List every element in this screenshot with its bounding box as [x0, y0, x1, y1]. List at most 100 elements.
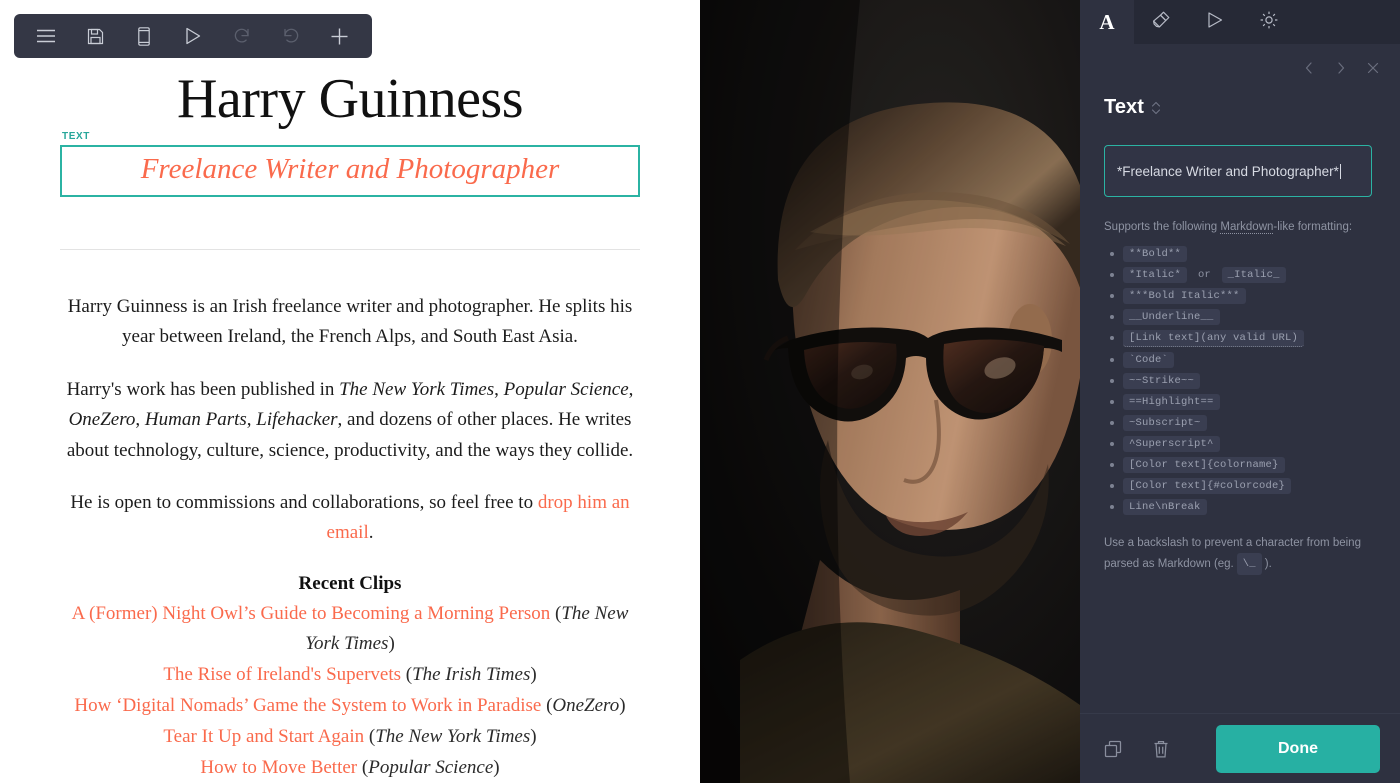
markdown-syntax-code: [Color text]{colorname}: [1123, 456, 1285, 473]
portrait-photo-graphic: [700, 0, 1080, 783]
recent-clip-title[interactable]: How ‘Digital Nomads’ Game the System to …: [74, 695, 541, 716]
panel-heading: Text: [1104, 96, 1376, 119]
trash-icon[interactable]: [1148, 736, 1174, 762]
markdown-hint-suffix: -like formatting:: [1273, 221, 1353, 233]
panel-heading-label: Text: [1104, 96, 1145, 118]
markdown-syntax-item: ~~Strike~~: [1104, 372, 1376, 389]
recent-clips-heading: Recent Clips: [298, 572, 402, 594]
document-subtitle: Freelance Writer and Photographer: [140, 152, 560, 185]
tab-preview[interactable]: [1188, 0, 1242, 44]
bullet-icon: [1110, 399, 1114, 404]
paint-brush-icon: [1151, 10, 1171, 35]
bullet-icon: [1110, 504, 1114, 509]
save-floppy-icon[interactable]: [78, 19, 112, 53]
bio-paragraph-2-text: Harry's work has been published in The N…: [66, 378, 634, 461]
recent-clip-item[interactable]: Tear It Up and Start Again (The New York…: [60, 722, 640, 753]
document-body: Harry Guinness is an Irish freelance wri…: [60, 292, 640, 783]
inspector-panel: A Text *Freelance Writer and Photographe…: [1080, 0, 1400, 783]
recent-clip-title[interactable]: The Rise of Ireland's Supervets: [163, 664, 401, 685]
markdown-syntax-code: **Bold**: [1123, 245, 1188, 262]
recent-clip-publication: (Popular Science): [357, 756, 500, 778]
app-root: Harry Guinness TEXT Freelance Writer and…: [0, 0, 1400, 783]
markdown-syntax-code-alt: _Italic_: [1221, 266, 1286, 283]
text-a-icon: A: [1099, 9, 1115, 34]
bullet-icon: [1110, 314, 1114, 319]
bullet-icon: [1110, 272, 1114, 277]
markdown-syntax-code: [Color text]{#colorcode}: [1123, 477, 1292, 494]
recent-clip-item[interactable]: The Rise of Ireland's Supervets (The Iri…: [60, 660, 640, 691]
markdown-syntax-code: __Underline__: [1123, 308, 1220, 325]
markdown-syntax-item: __Underline__: [1104, 308, 1376, 325]
bullet-icon: [1110, 336, 1114, 341]
selected-text-block[interactable]: TEXT Freelance Writer and Photographer: [60, 131, 640, 197]
bullet-icon: [1110, 462, 1114, 467]
undo-icon[interactable]: [274, 19, 308, 53]
panel-content: Text *Freelance Writer and Photographer*…: [1080, 84, 1400, 713]
markdown-syntax-item: ***Bold Italic***: [1104, 287, 1376, 304]
hamburger-menu-icon[interactable]: [29, 19, 63, 53]
markdown-syntax-item: Line\nBreak: [1104, 498, 1376, 515]
tab-settings[interactable]: [1242, 0, 1296, 44]
play-icon[interactable]: [176, 19, 210, 53]
backslash-note-part2: ).: [1264, 558, 1272, 571]
chevron-right-icon[interactable]: [1332, 59, 1350, 77]
markdown-syntax-code: `Code`: [1123, 351, 1175, 368]
email-link[interactable]: drop him an email: [327, 492, 630, 543]
markdown-syntax-item: **Bold**: [1104, 245, 1376, 262]
markdown-syntax-code: *Italic*: [1123, 266, 1188, 283]
redo-icon[interactable]: [225, 19, 259, 53]
markdown-syntax-separator: or: [1198, 268, 1211, 281]
duplicate-icon[interactable]: [1100, 736, 1126, 762]
markdown-syntax-code: [Link text](any valid URL): [1123, 329, 1305, 347]
selection-outline[interactable]: Freelance Writer and Photographer: [60, 144, 640, 197]
recent-clip-item[interactable]: How ‘Digital Nomads’ Game the System to …: [60, 691, 640, 722]
markdown-syntax-item: ==Highlight==: [1104, 393, 1376, 410]
markdown-syntax-code: Line\nBreak: [1123, 498, 1207, 515]
markdown-hint: Supports the following Markdown-like for…: [1104, 219, 1376, 236]
recent-clip-publication: (The Irish Times): [401, 664, 537, 686]
text-value-input[interactable]: *Freelance Writer and Photographer*: [1104, 145, 1372, 197]
bio-paragraph-2: Harry's work has been published in The N…: [60, 375, 640, 466]
recent-clip-item[interactable]: How to Move Better (Popular Science): [60, 753, 640, 783]
bullet-icon: [1110, 420, 1114, 425]
markdown-syntax-item: ^Superscript^: [1104, 435, 1376, 452]
backslash-note-part1: Use a backslash to prevent a character f…: [1104, 536, 1361, 571]
bio-paragraph-1: Harry Guinness is an Irish freelance wri…: [60, 292, 640, 353]
markdown-syntax-item: `Code`: [1104, 351, 1376, 368]
markdown-syntax-item: [Color text]{#colorcode}: [1104, 477, 1376, 494]
chevron-updown-icon[interactable]: [1151, 100, 1161, 116]
bullet-icon: [1110, 251, 1114, 256]
markdown-syntax-item: ~Subscript~: [1104, 414, 1376, 431]
markdown-syntax-code: ~~Strike~~: [1123, 372, 1201, 389]
done-button[interactable]: Done: [1216, 724, 1380, 773]
markdown-syntax-code: ***Bold Italic***: [1123, 287, 1246, 304]
bio-paragraph-3: He is open to commissions and collaborat…: [60, 488, 640, 549]
bullet-icon: [1110, 441, 1114, 446]
markdown-syntax-list: **Bold** *Italic* or _Italic_ ***Bold Italic…: [1104, 245, 1376, 515]
markdown-syntax-code: ~Subscript~: [1123, 414, 1207, 431]
recent-clip-title[interactable]: How to Move Better: [200, 757, 357, 778]
close-x-icon[interactable]: [1364, 59, 1382, 77]
gear-icon: [1259, 10, 1279, 35]
plus-icon[interactable]: [322, 19, 356, 53]
markdown-hint-term: Markdown: [1220, 221, 1274, 234]
recent-clip-publication: (The New York Times): [364, 725, 537, 747]
recent-clip-title[interactable]: Tear It Up and Start Again: [163, 726, 364, 747]
tab-text[interactable]: A: [1080, 0, 1134, 44]
editor-toolbar: [14, 14, 372, 58]
content-divider: [60, 248, 640, 250]
device-preview-icon[interactable]: [127, 19, 161, 53]
document-canvas: Harry Guinness TEXT Freelance Writer and…: [0, 0, 700, 783]
recent-clip-title[interactable]: A (Former) Night Owl’s Guide to Becoming…: [72, 603, 551, 624]
selection-type-label: TEXT: [62, 130, 90, 142]
recent-clips-list: A (Former) Night Owl’s Guide to Becoming…: [60, 599, 640, 783]
text-value-input-value: *Freelance Writer and Photographer*: [1117, 163, 1339, 179]
markdown-syntax-item: [Color text]{colorname}: [1104, 456, 1376, 473]
markdown-hint-prefix: Supports the following: [1104, 221, 1221, 233]
recent-clip-item[interactable]: A (Former) Night Owl’s Guide to Becoming…: [60, 599, 640, 661]
tab-style[interactable]: [1134, 0, 1188, 44]
panel-navigation: [1080, 52, 1400, 84]
bullet-icon: [1110, 357, 1114, 362]
bullet-icon: [1110, 378, 1114, 383]
chevron-left-icon[interactable]: [1300, 59, 1318, 77]
